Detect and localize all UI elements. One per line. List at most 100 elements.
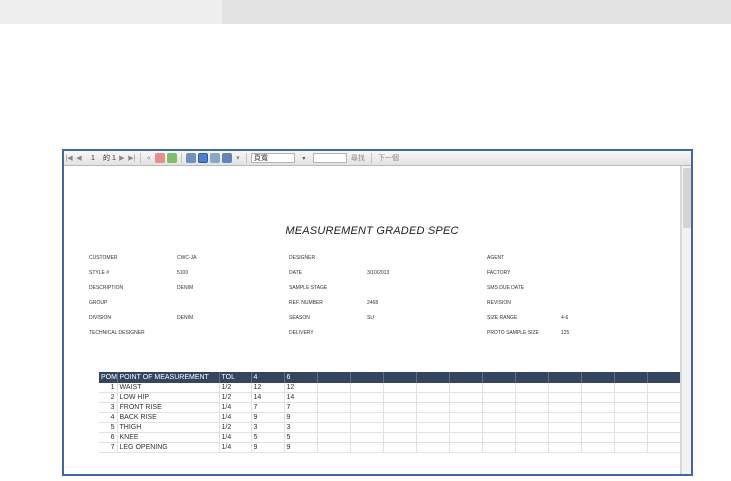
field-label-date: DATE — [289, 270, 302, 276]
zoom-select[interactable]: 頁寬 — [250, 153, 295, 163]
cell-empty — [449, 383, 483, 393]
table-header-empty — [515, 372, 549, 383]
page-count: 的 1 — [103, 155, 116, 162]
cell-size-4: 9 — [251, 442, 285, 453]
cell-empty — [416, 422, 450, 433]
cell-pom: 3 — [99, 402, 118, 413]
field-label-delivery: DELIVERY — [289, 330, 314, 336]
current-page-input[interactable]: 1 — [85, 152, 101, 164]
cell-empty — [350, 412, 384, 423]
cell-size-6: 9 — [284, 412, 318, 423]
cell-empty — [548, 442, 582, 453]
cell-empty — [614, 422, 648, 433]
table-row: 3 FRONT RISE 1/4 7 7 — [99, 402, 680, 413]
scrollbar-thumb[interactable] — [683, 168, 691, 228]
cell-point: BACK RISE — [117, 412, 220, 423]
cell-empty — [647, 422, 680, 433]
cell-empty — [350, 432, 384, 443]
cell-empty — [647, 402, 680, 413]
cell-empty — [515, 432, 549, 443]
cell-empty — [416, 383, 450, 393]
refresh-icon[interactable] — [166, 153, 177, 163]
next-page-icon[interactable]: ▶ — [118, 152, 126, 164]
cell-empty — [416, 432, 450, 443]
cell-empty — [548, 402, 582, 413]
cell-empty — [482, 383, 516, 393]
table-row: 7 LEG OPENING 1/4 9 9 — [99, 442, 680, 453]
cell-empty — [482, 422, 516, 433]
table-header-tol: TOL — [219, 372, 252, 383]
page-setup-icon[interactable] — [209, 153, 220, 163]
table-row: 4 BACK RISE 1/4 9 9 — [99, 412, 680, 423]
print-icon[interactable] — [185, 153, 196, 163]
cell-pom: 4 — [99, 412, 118, 423]
cell-point: THIGH — [117, 422, 220, 433]
field-label-customer: CUSTOMER — [89, 255, 118, 261]
cell-empty — [449, 432, 483, 443]
field-label-description: DESCRIPTION — [89, 285, 124, 291]
cell-empty — [416, 412, 450, 423]
zoom-dropdown-icon[interactable]: ▾ — [297, 152, 311, 164]
cell-size-6: 5 — [284, 432, 318, 443]
cell-empty — [614, 392, 648, 403]
toolbar-divider — [370, 153, 372, 163]
field-label-sms-due-date: SMS DUE DATE — [487, 285, 525, 291]
field-label-revision: REVISION — [487, 300, 511, 306]
cell-empty — [383, 412, 417, 423]
cell-tol: 1/4 — [219, 402, 252, 413]
cell-empty — [647, 442, 680, 453]
browser-tab[interactable] — [0, 0, 222, 24]
last-page-icon[interactable]: ▶| — [128, 152, 136, 164]
cell-empty — [317, 412, 351, 423]
report-viewer: |◀ ◀ 1 的 1 ▶ ▶| « ▾ 頁寬 ▾ 尋找 下一個 MEASUREM… — [62, 149, 693, 476]
cell-pom: 5 — [99, 422, 118, 433]
cell-empty — [515, 412, 549, 423]
cell-empty — [383, 432, 417, 443]
cell-empty — [548, 422, 582, 433]
cell-empty — [317, 432, 351, 443]
previous-page-icon[interactable]: ◀ — [75, 152, 83, 164]
stop-icon[interactable] — [154, 153, 165, 163]
table-header-size-4: 4 — [251, 372, 285, 383]
table-header-empty — [647, 372, 680, 383]
field-value-division: DENIM — [177, 315, 194, 321]
cell-empty — [647, 392, 680, 403]
cell-empty — [581, 402, 615, 413]
find-input[interactable] — [312, 153, 347, 163]
find-button[interactable]: 尋找 — [349, 152, 367, 164]
cell-pom: 6 — [99, 432, 118, 443]
cell-empty — [515, 392, 549, 403]
field-label-designer: DESIGNER — [289, 255, 316, 261]
cell-point: LEG OPENING — [117, 442, 220, 453]
cell-empty — [416, 392, 450, 403]
cell-empty — [548, 412, 582, 423]
first-page-icon[interactable]: |◀ — [65, 152, 73, 164]
cell-empty — [449, 402, 483, 413]
cell-tol: 1/4 — [219, 412, 252, 423]
table-header-empty — [548, 372, 582, 383]
field-label-sample-stage: SAMPLE STAGE — [289, 285, 328, 291]
cell-tol: 1/2 — [219, 383, 252, 393]
field-label-size-range: SIZE RANGE — [487, 315, 518, 321]
toolbar-divider — [139, 153, 141, 163]
cell-size-6: 9 — [284, 442, 318, 453]
cell-empty — [350, 442, 384, 453]
export-icon[interactable] — [221, 153, 232, 163]
cell-empty — [614, 402, 648, 413]
cell-pom: 7 — [99, 442, 118, 453]
print-layout-icon[interactable] — [197, 153, 208, 163]
cell-empty — [647, 412, 680, 423]
chevron-down-icon[interactable]: ▾ — [234, 152, 242, 164]
cell-size-4: 9 — [251, 412, 285, 423]
table-header-empty — [614, 372, 648, 383]
back-icon[interactable]: « — [145, 152, 153, 164]
cell-empty — [482, 402, 516, 413]
table-header-empty — [350, 372, 384, 383]
measurement-table: POM POINT OF MEASUREMENT TOL 4 6 1 WAIST… — [99, 372, 680, 474]
find-next-button[interactable]: 下一個 — [376, 152, 401, 164]
cell-empty — [350, 422, 384, 433]
cell-empty — [581, 422, 615, 433]
vertical-scrollbar[interactable] — [681, 166, 691, 474]
cell-size-6: 7 — [284, 402, 318, 413]
field-value-season: SU — [367, 315, 374, 321]
